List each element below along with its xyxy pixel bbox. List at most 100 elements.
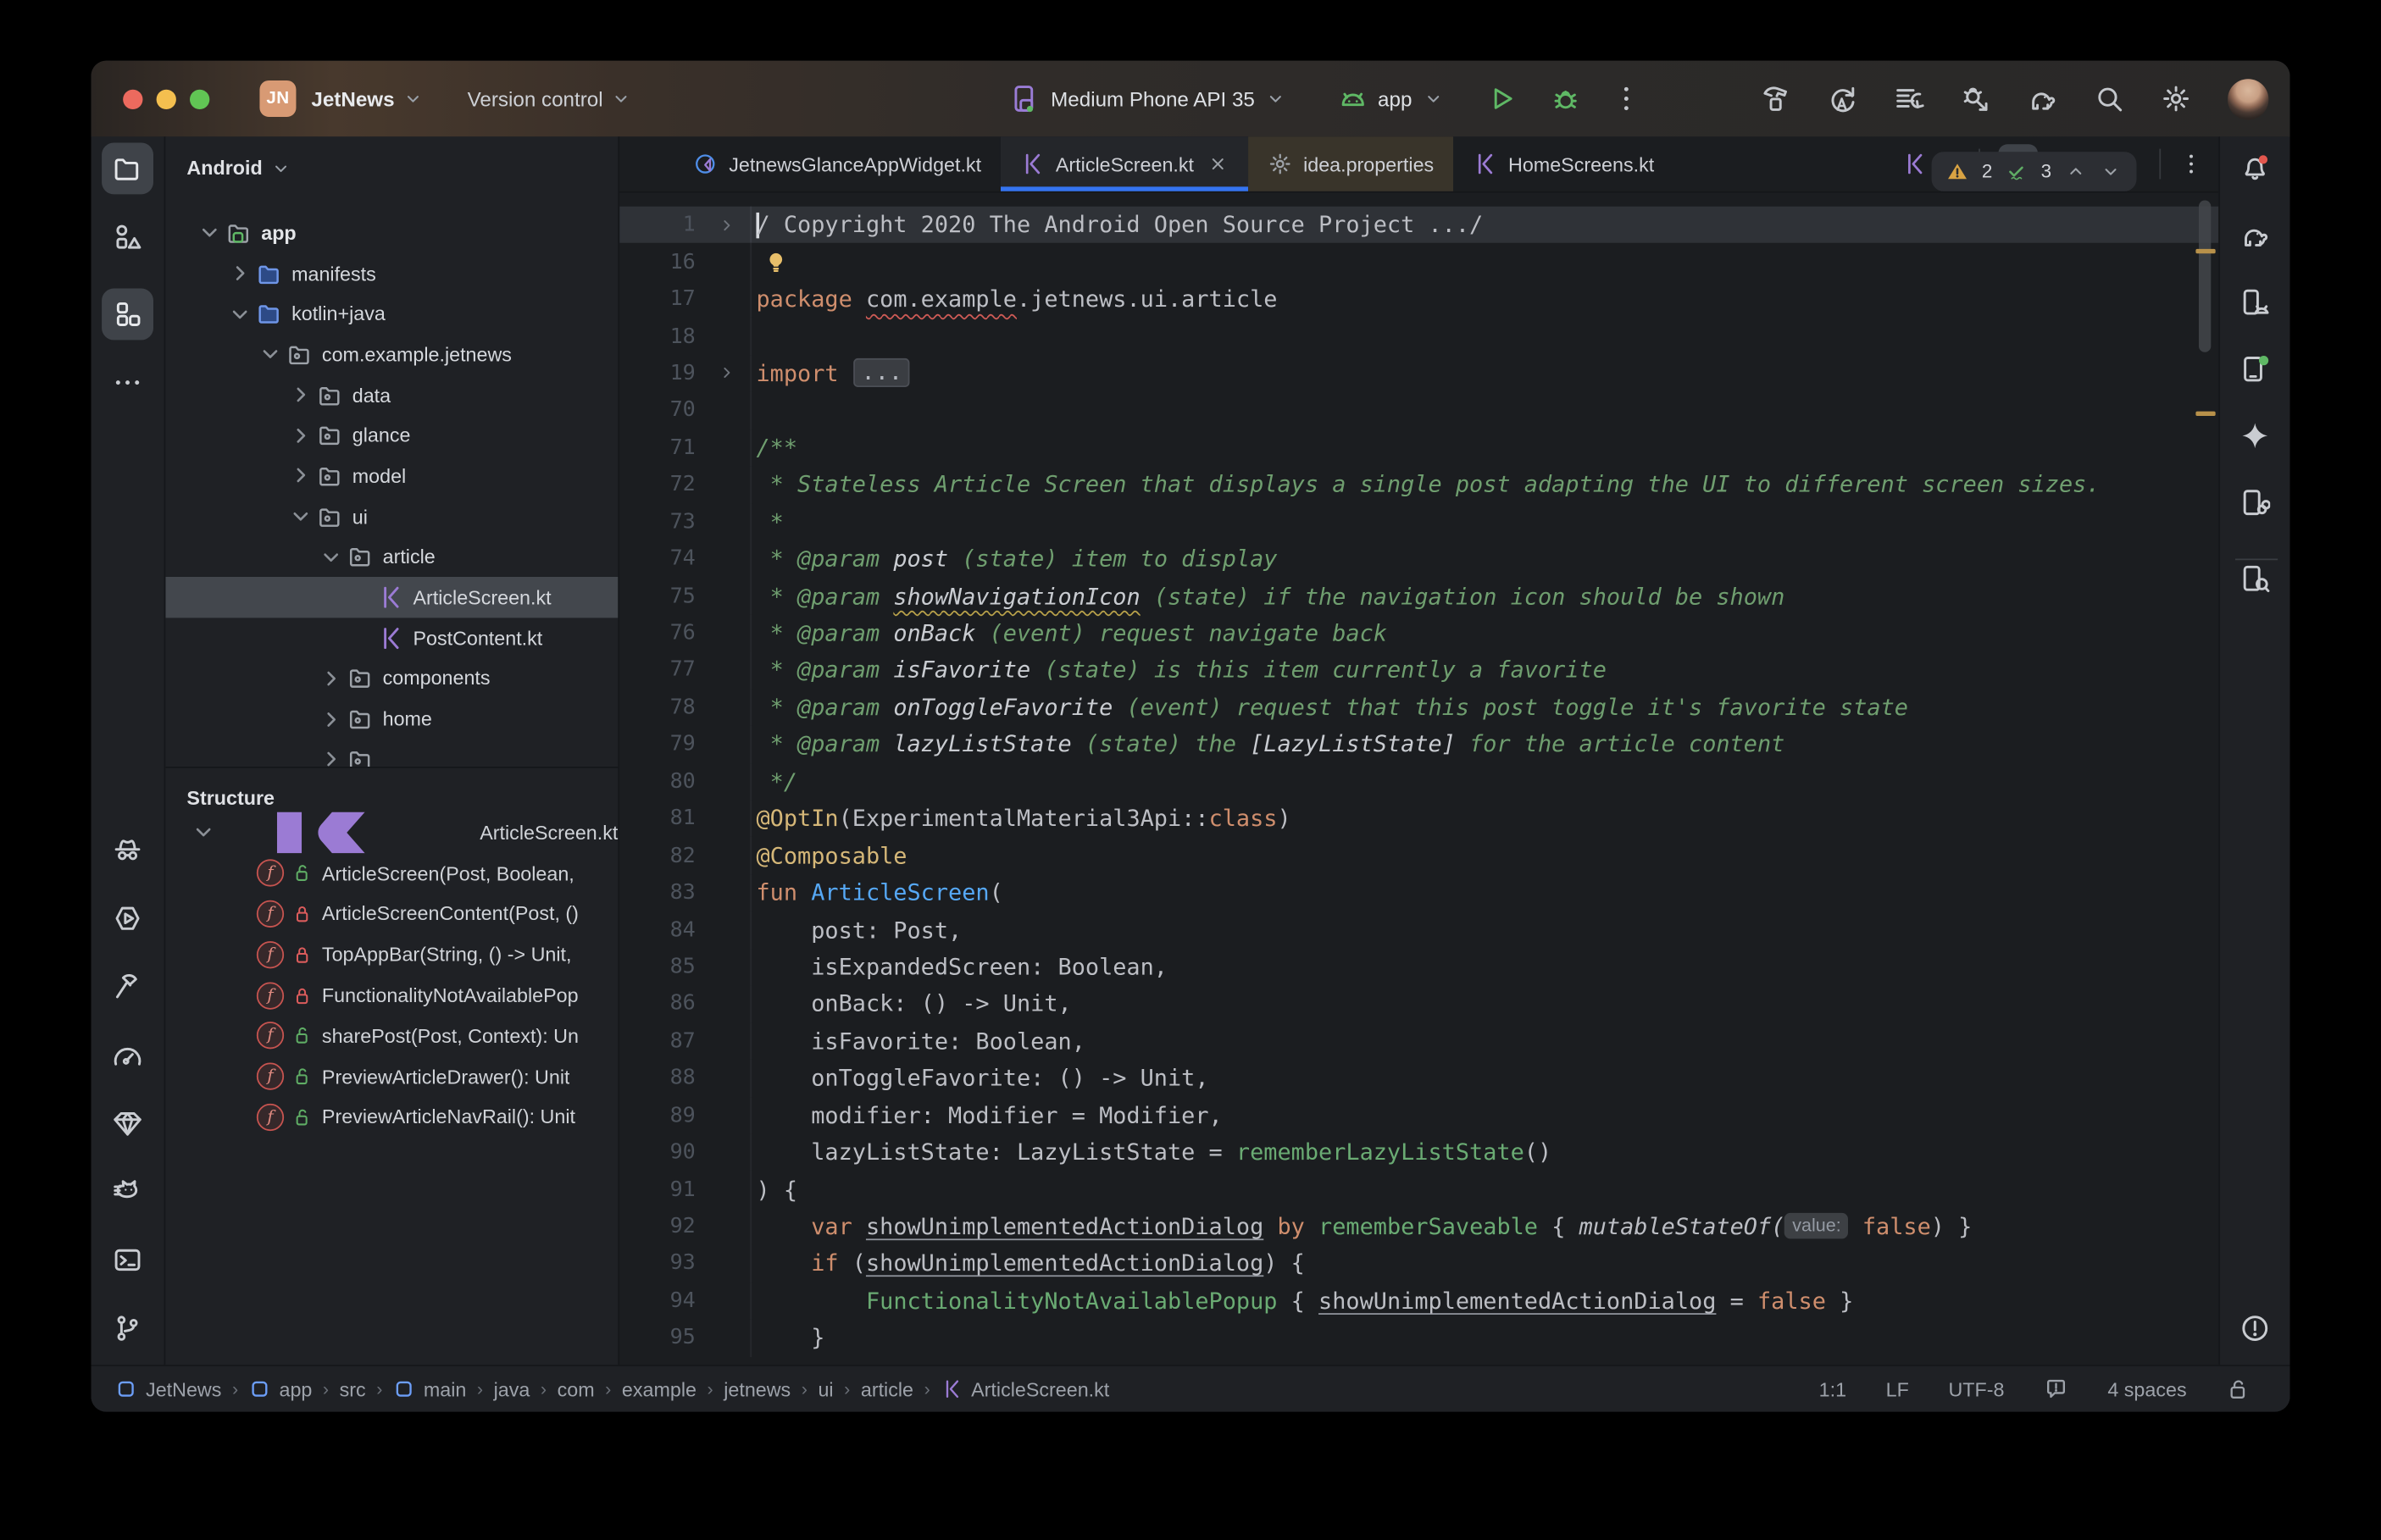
tree-item-article[interactable]: article <box>165 537 618 578</box>
app-quality-insights-button[interactable] <box>102 824 153 876</box>
chevron-down-icon[interactable] <box>257 341 284 368</box>
intention-lightbulb-icon[interactable] <box>763 250 788 274</box>
tree-item-manifests[interactable]: manifests <box>165 253 618 294</box>
code-line-79[interactable]: 79 * @param lazyListState (state) the [L… <box>619 726 2218 763</box>
chevron-right-icon[interactable] <box>287 422 314 449</box>
prev-problem-button[interactable] <box>2065 161 2086 182</box>
chevron-down-icon[interactable] <box>196 219 223 247</box>
file-writable-icon[interactable] <box>2226 1377 2251 1401</box>
line-ending[interactable]: LF <box>1886 1377 1909 1400</box>
tab-articlescreen-kt[interactable]: ArticleScreen.kt <box>1001 136 1248 191</box>
close-window-button[interactable] <box>123 89 142 108</box>
code-line-90[interactable]: 90 lazyListState: LazyListState = rememb… <box>619 1134 2218 1172</box>
editor-scrollbar[interactable] <box>2199 201 2211 352</box>
project-menu-chevron-icon[interactable] <box>402 88 424 109</box>
structure-item[interactable]: fFunctionalityNotAvailablePop <box>165 975 618 1016</box>
tree-item-components[interactable]: components <box>165 658 618 699</box>
breadcrumb-item-ui[interactable]: ui <box>818 1377 833 1400</box>
breadcrumb-item-example[interactable]: example <box>622 1377 697 1400</box>
search-icon[interactable] <box>2094 84 2124 114</box>
tree-item-glance[interactable]: glance <box>165 415 618 456</box>
run-button[interactable] <box>1486 84 1517 114</box>
code-line-75[interactable]: 75 * @param showNavigationIcon (state) i… <box>619 578 2218 615</box>
indent-setting[interactable]: 4 spaces <box>2107 1377 2186 1400</box>
settings-icon[interactable] <box>2161 84 2191 114</box>
code-line-19[interactable]: 19import ... <box>619 355 2218 392</box>
vcs-menu-chevron-icon[interactable] <box>611 88 632 109</box>
more-tool-windows-button[interactable] <box>102 357 153 408</box>
more-actions-button[interactable] <box>1611 84 1641 114</box>
device-selector-chevron-icon[interactable] <box>1265 88 1286 109</box>
tree-item-data[interactable]: data <box>165 374 618 415</box>
avatar[interactable] <box>2228 78 2268 119</box>
code-line-83[interactable]: 83fun ArticleScreen( <box>619 874 2218 911</box>
code-line-17[interactable]: 17package com.example.jetnews.ui.article <box>619 280 2218 318</box>
code-line-74[interactable]: 74 * @param post (state) item to display <box>619 540 2218 578</box>
breadcrumb-item-main[interactable]: main <box>393 1377 466 1400</box>
breadcrumb-item-java[interactable]: java <box>494 1377 530 1400</box>
device-selector[interactable]: Medium Phone API 35 <box>1051 87 1255 110</box>
fold-arrow-icon[interactable] <box>702 363 750 383</box>
play-policy-insights-button[interactable] <box>102 893 153 944</box>
chevron-right-icon[interactable] <box>226 260 253 287</box>
sync-and-refactor-icon[interactable] <box>1827 84 1857 114</box>
tree-item-articlescreen-kt[interactable]: ArticleScreen.kt <box>165 577 618 618</box>
code-line-82[interactable]: 82@Composable <box>619 837 2218 874</box>
running-devices-button[interactable] <box>2229 343 2281 395</box>
close-tab-icon[interactable] <box>1207 153 1229 174</box>
gemini-button[interactable] <box>2229 410 2281 462</box>
run-config-chevron-icon[interactable] <box>1423 88 1444 109</box>
project-name[interactable]: JetNews <box>311 87 394 110</box>
code-line-88[interactable]: 88 onToggleFavorite: () -> Unit, <box>619 1060 2218 1097</box>
problems-button[interactable] <box>2229 1303 2281 1354</box>
breadcrumb-item-src[interactable]: src <box>340 1377 366 1400</box>
profiler-tool-button[interactable] <box>102 1029 153 1081</box>
structure-item[interactable]: fTopAppBar(String, () -> Unit, <box>165 934 618 975</box>
project-view-selector[interactable]: Android <box>186 157 291 180</box>
code-line-95[interactable]: 95 } <box>619 1320 2218 1357</box>
profiler-icon[interactable] <box>1894 84 1924 114</box>
device-manager-button[interactable] <box>2229 276 2281 328</box>
structure-item[interactable]: fArticleScreenContent(Post, () <box>165 894 618 934</box>
code-line-91[interactable]: 91) { <box>619 1171 2218 1208</box>
tree-item-postcontent-kt[interactable]: PostContent.kt <box>165 618 618 658</box>
warning-stripe-mark[interactable] <box>2195 412 2215 416</box>
tab-jetnewsglanceappwidget-kt[interactable]: JetnewsGlanceAppWidget.kt <box>674 136 1002 191</box>
breadcrumb-item-articlescreen-kt[interactable]: ArticleScreen.kt <box>941 1377 1109 1400</box>
structure-item[interactable]: fsharePost(Post, Context): Un <box>165 1016 618 1056</box>
gradle-tool-button[interactable] <box>2229 209 2281 261</box>
chevron-right-icon[interactable] <box>287 463 314 490</box>
structure-item[interactable]: fPreviewArticleDrawer(): Unit <box>165 1056 618 1097</box>
project-tool-button[interactable] <box>102 142 153 194</box>
breadcrumb-item-com[interactable]: com <box>558 1377 595 1400</box>
zoom-window-button[interactable] <box>190 89 209 108</box>
minimize-window-button[interactable] <box>157 89 176 108</box>
file-encoding[interactable]: UTF-8 <box>1948 1377 2004 1400</box>
chevron-right-icon[interactable] <box>318 665 345 692</box>
breadcrumb-item-jetnews[interactable]: JetNews <box>115 1377 221 1400</box>
tree-item-model[interactable]: model <box>165 456 618 496</box>
code-line-70[interactable]: 70 <box>619 392 2218 429</box>
code-line-71[interactable]: 71/** <box>619 429 2218 466</box>
code-line-18[interactable]: 18 <box>619 318 2218 355</box>
code-line-77[interactable]: 77 * @param isFavorite (state) is this i… <box>619 651 2218 689</box>
run-configuration[interactable]: app <box>1378 87 1412 110</box>
structure-root[interactable]: ArticleScreen.kt <box>165 812 618 853</box>
build-icon[interactable] <box>1760 84 1790 114</box>
structure-tool-button[interactable] <box>102 288 153 340</box>
code-line-76[interactable]: 76 * @param onBack (event) request navig… <box>619 614 2218 651</box>
tree-item[interactable] <box>165 740 618 767</box>
code-line-92[interactable]: 92 var showUnimplementedActionDialog by … <box>619 1208 2218 1245</box>
code-editor[interactable]: 1/ Copyright 2020 The Android Open Sourc… <box>619 193 2218 1366</box>
tree-item-com-example-jetnews[interactable]: com.example.jetnews <box>165 334 618 374</box>
tab-homescreens-kt[interactable]: HomeScreens.kt <box>1453 136 1673 191</box>
code-line-78[interactable]: 78 * @param onToggleFavorite (event) req… <box>619 689 2218 726</box>
resource-manager-button[interactable] <box>102 211 153 263</box>
code-line-93[interactable]: 93 if (showUnimplementedActionDialog) { <box>619 1245 2218 1282</box>
attach-debugger-icon[interactable] <box>1961 84 1991 114</box>
code-line-80[interactable]: 80 */ <box>619 763 2218 800</box>
chevron-down-icon[interactable] <box>226 300 253 327</box>
code-line-16[interactable]: 16 <box>619 244 2218 281</box>
gradle-sync-icon[interactable] <box>2027 84 2057 114</box>
inspections-widget[interactable]: 2 3 <box>1932 152 2137 191</box>
